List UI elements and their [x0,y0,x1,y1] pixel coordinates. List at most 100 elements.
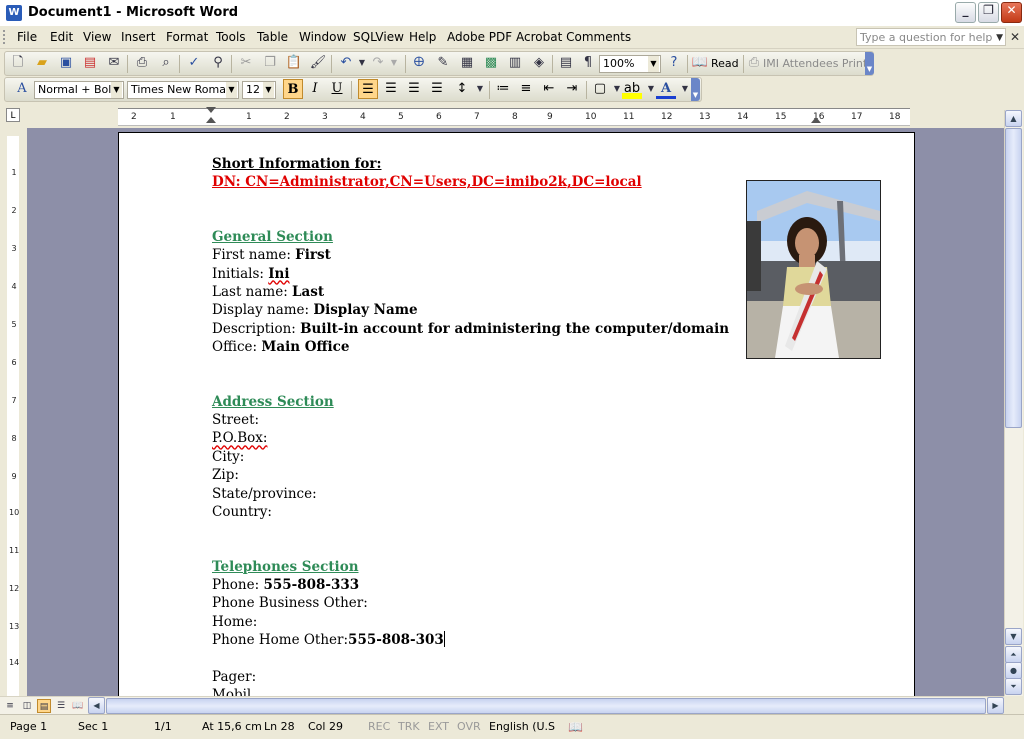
right-indent-marker[interactable] [811,117,821,123]
word-icon[interactable]: W [6,5,22,21]
chevron-down-icon[interactable]: ▼ [226,82,237,98]
horizontal-ruler[interactable]: 2 1 1 2 3 4 5 6 7 8 9 10 11 12 13 14 15 … [118,108,910,126]
format-painter-icon[interactable]: 🖌 [309,54,327,72]
book-icon[interactable]: 📖 [568,720,583,734]
document-body[interactable]: Short Information for: DN: CN=Administra… [212,155,772,696]
close-document-icon[interactable]: ✕ [1010,30,1020,44]
increase-indent-icon[interactable]: ⇥ [562,79,582,99]
borders-icon[interactable]: ▢ [590,79,610,99]
font-color-icon[interactable]: A [656,79,676,99]
styles-formatting-icon[interactable]: A [13,80,31,98]
toolbar-options-icon[interactable]: ▼ [865,52,874,75]
menu-format[interactable]: Format [166,30,208,44]
paste-icon[interactable]: 📋 [285,54,303,72]
document-map-icon[interactable]: ▤ [557,54,575,72]
document-area[interactable]: Short Information for: DN: CN=Administra… [27,128,1004,696]
save-icon[interactable]: ▣ [57,54,75,72]
imi-print-icon[interactable]: ⎙ [745,54,763,72]
menu-acrobat-comments[interactable]: Acrobat Comments [516,30,631,44]
bullets-icon[interactable]: ≡ [516,79,536,99]
web-layout-icon[interactable]: ◫ [20,699,34,713]
help-search-input[interactable]: Type a question for help ▼ [856,28,1006,46]
read-button[interactable]: Read [711,57,739,70]
font-size-select[interactable]: 12 ▼ [242,81,276,99]
toolbar-options-icon[interactable]: ▼ [691,78,700,101]
status-trk[interactable]: TRK [398,720,420,733]
redo-dropdown-icon[interactable]: ▼ [385,54,403,72]
previous-page-icon[interactable]: ⏶ [1005,646,1022,663]
new-document-icon[interactable]: 🗋 [9,54,27,72]
print-layout-icon[interactable]: ▤ [37,699,51,713]
first-line-indent-marker[interactable] [206,107,216,113]
tab-selector-icon[interactable]: L [6,108,20,122]
research-icon[interactable]: ⚲ [209,54,227,72]
line-spacing-dropdown-icon[interactable]: ▼ [471,80,489,98]
email-icon[interactable]: ✉ [105,54,123,72]
menu-window[interactable]: Window [299,30,346,44]
italic-button[interactable]: I [305,79,325,99]
scroll-left-icon[interactable]: ◀ [88,697,105,714]
menu-file[interactable]: File [17,30,37,44]
normal-view-icon[interactable]: ≡ [3,699,17,713]
menu-table[interactable]: Table [257,30,288,44]
spelling-icon[interactable]: ✓ [185,54,203,72]
next-page-icon[interactable]: ⏷ [1005,678,1022,695]
insert-excel-icon[interactable]: ▩ [482,54,500,72]
status-language[interactable]: English (U.S [489,720,555,733]
menu-tools[interactable]: Tools [216,30,246,44]
imi-attendees-print-button[interactable]: IMI Attendees Print [763,57,867,70]
insert-table-icon[interactable]: ▦ [458,54,476,72]
reading-layout-icon[interactable]: 📖 [71,699,85,713]
numbering-icon[interactable]: ≔ [493,79,513,99]
menu-insert[interactable]: Insert [121,30,155,44]
permission-icon[interactable]: ▤ [81,54,99,72]
help-icon[interactable]: ? [665,54,683,72]
minimize-button[interactable]: _ [955,2,976,23]
restore-button[interactable]: ❐ [978,2,999,23]
horizontal-scrollbar[interactable]: ≡ ◫ ▤ ☰ 📖 ◀ ▶ [0,696,1004,715]
user-photo[interactable] [746,180,881,359]
style-select[interactable]: Normal + Bold ▼ [34,81,124,99]
zoom-select[interactable]: 100% ▼ [599,55,661,73]
align-left-icon[interactable]: ☰ [358,79,378,99]
decrease-indent-icon[interactable]: ⇤ [539,79,559,99]
vertical-ruler[interactable]: 1 2 3 4 5 6 7 8 9 10 11 12 13 14 [0,128,27,696]
status-ext[interactable]: EXT [428,720,449,733]
align-right-icon[interactable]: ☰ [404,79,424,99]
select-browse-object-icon[interactable]: ● [1005,662,1022,679]
font-select[interactable]: Times New Roman ▼ [127,81,239,99]
scroll-right-icon[interactable]: ▶ [987,697,1004,714]
chevron-down-icon[interactable]: ▼ [648,56,659,72]
chevron-down-icon[interactable]: ▼ [996,29,1003,47]
chevron-down-icon[interactable]: ▼ [263,82,274,98]
close-button[interactable]: ✕ [1001,2,1022,23]
drawing-icon[interactable]: ◈ [530,54,548,72]
menu-grip[interactable] [3,30,8,44]
outline-view-icon[interactable]: ☰ [54,699,68,713]
status-ovr[interactable]: OVR [457,720,481,733]
scroll-thumb[interactable] [1005,128,1022,428]
scroll-up-icon[interactable]: ▲ [1005,110,1022,127]
open-folder-icon[interactable]: ▰ [33,54,51,72]
scroll-down-icon[interactable]: ▼ [1005,628,1022,645]
highlight-icon[interactable]: ab [622,79,642,99]
menu-adobe-pdf[interactable]: Adobe PDF [447,30,512,44]
copy-icon[interactable]: ❐ [261,54,279,72]
vertical-scrollbar[interactable]: ▲ ▼ ⏶ ● ⏷ [1004,110,1023,696]
justify-icon[interactable]: ☰ [427,79,447,99]
underline-button[interactable]: U [327,79,347,99]
print-icon[interactable]: ⎙ [133,54,151,72]
menu-help[interactable]: Help [409,30,436,44]
document-page[interactable]: Short Information for: DN: CN=Administra… [118,132,915,696]
tables-borders-icon[interactable]: ✎ [434,54,452,72]
cut-icon[interactable]: ✂ [237,54,255,72]
line-spacing-icon[interactable]: ↕ [452,79,472,99]
chevron-down-icon[interactable]: ▼ [111,82,122,98]
menu-edit[interactable]: Edit [50,30,73,44]
bold-button[interactable]: B [283,79,303,99]
align-center-icon[interactable]: ☰ [381,79,401,99]
menu-sqlview[interactable]: SQLView [353,30,404,44]
read-icon[interactable]: 📖 [691,54,709,72]
print-preview-icon[interactable]: ⌕ [157,54,175,72]
horizontal-scroll-thumb[interactable] [106,698,986,714]
